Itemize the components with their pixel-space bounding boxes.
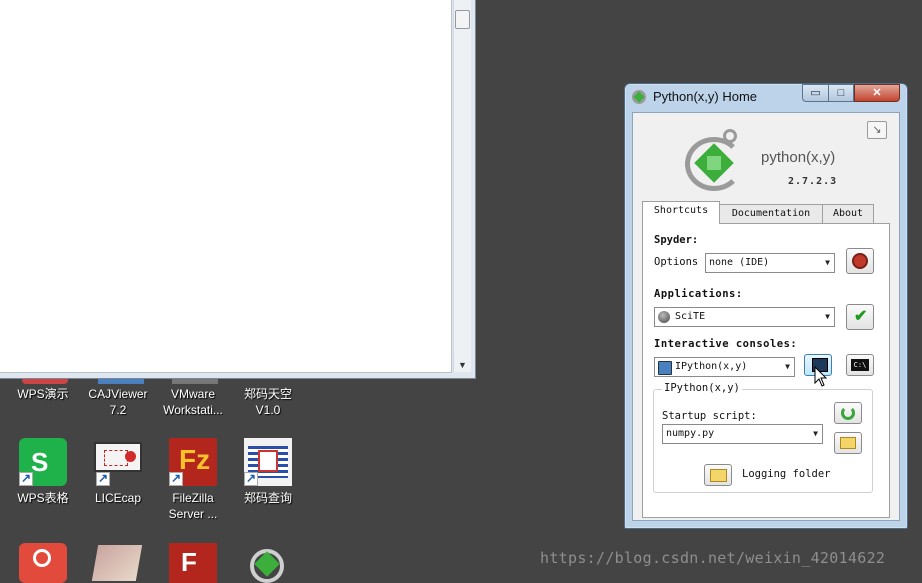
applications-heading: Applications: bbox=[654, 288, 743, 300]
launch-cmd-button[interactable]: C:\ bbox=[846, 354, 874, 376]
winrar-icon[interactable] bbox=[91, 545, 143, 581]
desktop-icon-label: FileZilla Server ... bbox=[168, 491, 218, 521]
window-title: Python(x,y) Home bbox=[653, 89, 758, 104]
chevron-down-icon: ▼ bbox=[785, 362, 790, 371]
version-label: 2.7.2.3 bbox=[788, 176, 838, 187]
close-button[interactable]: ✕ bbox=[854, 84, 900, 102]
tab-about[interactable]: About bbox=[822, 204, 874, 223]
startup-script-value: numpy.py bbox=[666, 428, 715, 439]
desktop-icon-label: 郑码查询 bbox=[243, 491, 292, 505]
tab-shortcuts[interactable]: Shortcuts bbox=[642, 201, 720, 224]
startup-script-select[interactable]: numpy.py ▼ bbox=[662, 424, 823, 444]
desktop-icon-vmware[interactable]: VMware Workstati... bbox=[156, 386, 230, 418]
ipython-groupbox: IPython(x,y) Startup script: numpy.py ▼ … bbox=[653, 382, 873, 493]
pythonxy-window: Python(x,y) Home ▭ □ ✕ ↘ python(x,y) 2.7… bbox=[624, 83, 908, 529]
consoles-heading: Interactive consoles: bbox=[654, 338, 798, 350]
shortcut-arrow-icon bbox=[244, 470, 258, 486]
window-client-area: ↘ python(x,y) 2.7.2.3 Shortcuts Document… bbox=[632, 112, 900, 521]
spyder-heading: Spyder: bbox=[654, 234, 699, 246]
licecap-icon bbox=[94, 442, 142, 486]
mouse-cursor-icon bbox=[814, 366, 828, 387]
consoles-value: IPython(x,y) bbox=[675, 361, 748, 372]
shortcut-arrow-icon bbox=[96, 470, 110, 486]
shortcut-arrow-icon bbox=[169, 470, 183, 486]
document-pane[interactable] bbox=[0, 0, 452, 373]
desktop-icon-licecap[interactable]: LICEcap bbox=[81, 438, 155, 510]
maximize-button[interactable]: □ bbox=[828, 84, 854, 102]
wps-present-icon bbox=[22, 379, 68, 384]
shortcut-arrow-icon bbox=[19, 470, 33, 486]
applications-select[interactable]: SciTE ▼ bbox=[654, 307, 835, 327]
chevron-down-icon: ▼ bbox=[813, 429, 818, 438]
ipython-icon bbox=[658, 361, 672, 375]
chevron-down-icon: ▼ bbox=[825, 312, 830, 321]
desktop-icon-label: 郑码天空 V1.0 bbox=[243, 387, 292, 417]
folder-icon bbox=[710, 469, 727, 482]
ipython-group-title: IPython(x,y) bbox=[662, 382, 742, 394]
vmware-icon bbox=[172, 379, 218, 384]
logging-folder-button[interactable] bbox=[704, 464, 732, 486]
expand-arrow-icon: ↘ bbox=[872, 124, 882, 136]
wps-sheet-icon: S bbox=[19, 438, 67, 486]
consoles-select[interactable]: IPython(x,y) ▼ bbox=[654, 357, 795, 377]
expand-button[interactable]: ↘ bbox=[867, 121, 887, 139]
logo-text: python(x,y) bbox=[761, 149, 836, 166]
launch-spyder-button[interactable] bbox=[846, 248, 874, 274]
filezilla-server-icon: Fz bbox=[169, 438, 217, 486]
spyder-options-select[interactable]: none (IDE) ▼ bbox=[705, 253, 835, 273]
cajviewer-icon bbox=[98, 379, 144, 384]
desktop-icon-wps-present[interactable]: WPS演示 bbox=[6, 386, 80, 402]
shortcuts-panel: Spyder: Options none (IDE) ▼ Application… bbox=[642, 223, 890, 518]
spyder-icon bbox=[852, 253, 868, 269]
minimize-button[interactable]: ▭ bbox=[802, 84, 829, 102]
tab-documentation[interactable]: Documentation bbox=[719, 204, 823, 223]
chevron-down-icon: ▼ bbox=[825, 258, 830, 267]
background-window: ▼ bbox=[0, 0, 476, 379]
pythonxy-app-icon bbox=[632, 90, 646, 104]
desktop-icon-label: VMware Workstati... bbox=[163, 387, 223, 417]
desktop-icon-cajviewer[interactable]: CAJViewer 7.2 bbox=[81, 386, 155, 418]
pythonxy-logo-icon bbox=[685, 129, 749, 191]
desktop-icon-label: WPS演示 bbox=[17, 387, 69, 401]
vertical-scrollbar[interactable]: ▼ bbox=[453, 0, 471, 372]
cmd-icon: C:\ bbox=[851, 359, 869, 371]
maximize-icon: □ bbox=[837, 87, 845, 99]
logging-folder-label: Logging folder bbox=[742, 468, 831, 480]
close-icon: ✕ bbox=[872, 87, 882, 99]
launch-application-button[interactable]: ✔ bbox=[846, 304, 874, 330]
zhengma-query-icon bbox=[244, 438, 292, 486]
desktop-icon-wps-sheet[interactable]: S WPS表格 bbox=[6, 438, 80, 510]
applications-value: SciTE bbox=[675, 311, 706, 322]
pythonxy-desktop-icon[interactable] bbox=[246, 543, 290, 583]
title-bar[interactable]: Python(x,y) Home ▭ □ ✕ bbox=[625, 84, 907, 110]
desktop-icon-label: LICEcap bbox=[94, 491, 142, 505]
startup-script-label: Startup script: bbox=[662, 410, 757, 422]
spyder-options-value: none (IDE) bbox=[709, 257, 770, 268]
scroll-down-icon[interactable]: ▼ bbox=[458, 360, 467, 370]
desktop-icon-label: WPS表格 bbox=[17, 491, 69, 505]
scrollbar-thumb[interactable] bbox=[455, 10, 470, 29]
scite-icon bbox=[658, 311, 670, 323]
recycle-icon bbox=[841, 406, 855, 420]
watermark-text: https://blog.csdn.net/weixin_42014622 bbox=[540, 549, 886, 567]
wps-pdf-icon[interactable] bbox=[19, 543, 67, 583]
filezilla-icon[interactable]: F bbox=[169, 543, 217, 583]
open-script-button[interactable] bbox=[834, 432, 862, 454]
desktop-icon-zhengma-sky[interactable]: 郑码天空 V1.0 bbox=[231, 386, 305, 418]
minimize-icon: ▭ bbox=[810, 87, 821, 99]
desktop-icon-filezilla-server[interactable]: Fz FileZilla Server ... bbox=[156, 438, 230, 528]
desktop-icon-zhengma-query[interactable]: 郑码查询 bbox=[231, 438, 305, 510]
folder-search-icon bbox=[840, 437, 856, 449]
desktop-icon-label: CAJViewer 7.2 bbox=[88, 387, 148, 417]
refresh-scripts-button[interactable] bbox=[834, 402, 862, 424]
options-label: Options bbox=[654, 256, 699, 268]
checkmark-icon: ✔ bbox=[854, 308, 868, 325]
